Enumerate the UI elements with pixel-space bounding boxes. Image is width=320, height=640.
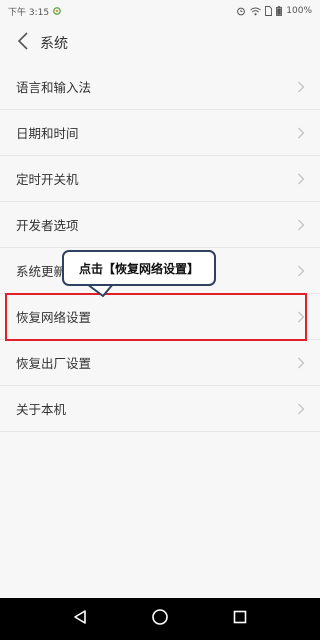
chevron-left-icon [17, 32, 29, 54]
settings-item-label: 恢复出厂设置 [16, 356, 92, 371]
recents-square-icon [232, 609, 248, 629]
home-circle-icon [151, 608, 169, 630]
nav-home-button[interactable] [145, 604, 175, 634]
settings-item-developer-options[interactable]: 开发者选项 [0, 202, 320, 248]
instruction-callout: 点击【恢复网络设置】 [62, 250, 216, 286]
settings-item-factory-reset[interactable]: 恢复出厂设置 [0, 340, 320, 386]
status-time: 下午 3:15 [8, 7, 50, 18]
settings-item-label: 开发者选项 [16, 218, 79, 233]
chevron-right-icon [296, 218, 306, 232]
alarm-icon [236, 6, 246, 16]
settings-item-about-device[interactable]: 关于本机 [0, 386, 320, 432]
settings-item-scheduled-power[interactable]: 定时开关机 [0, 156, 320, 202]
settings-item-label: 系统更新 [16, 264, 67, 279]
status-right: 100% [236, 6, 312, 16]
back-button[interactable] [12, 29, 34, 57]
settings-list: 语言和输入法 日期和时间 定时开关机 开发者选项 系统更新 恢复网络设置 恢复出… [0, 64, 320, 432]
app-header: 系统 [0, 22, 320, 64]
settings-item-date-time[interactable]: 日期和时间 [0, 110, 320, 156]
callout-text: 点击【恢复网络设置】 [78, 261, 199, 276]
sim-icon [265, 6, 273, 16]
chevron-right-icon [296, 80, 306, 94]
nav-recents-button[interactable] [225, 604, 255, 634]
battery-text: 100% [286, 6, 312, 16]
settings-item-label: 日期和时间 [16, 126, 79, 141]
status-left: 下午 3:15 [8, 5, 61, 18]
chevron-right-icon [296, 356, 306, 370]
battery-icon [276, 6, 283, 16]
chevron-right-icon [296, 310, 306, 324]
chevron-right-icon [296, 402, 306, 416]
settings-item-language-input[interactable]: 语言和输入法 [0, 64, 320, 110]
chevron-right-icon [296, 126, 306, 140]
settings-item-label: 恢复网络设置 [16, 310, 92, 325]
settings-item-label: 语言和输入法 [16, 80, 92, 95]
settings-item-reset-network[interactable]: 恢复网络设置 [0, 294, 320, 340]
wifi-icon [250, 7, 262, 16]
status-bar: 下午 3:15 100% [0, 0, 320, 22]
settings-item-label: 定时开关机 [16, 172, 79, 187]
chevron-right-icon [296, 264, 306, 278]
navigation-bar [0, 598, 320, 640]
back-triangle-icon [72, 609, 88, 629]
nav-back-button[interactable] [65, 604, 95, 634]
page-title: 系统 [40, 36, 68, 52]
chevron-right-icon [296, 172, 306, 186]
notification-icon [53, 7, 61, 15]
settings-item-label: 关于本机 [16, 402, 67, 417]
